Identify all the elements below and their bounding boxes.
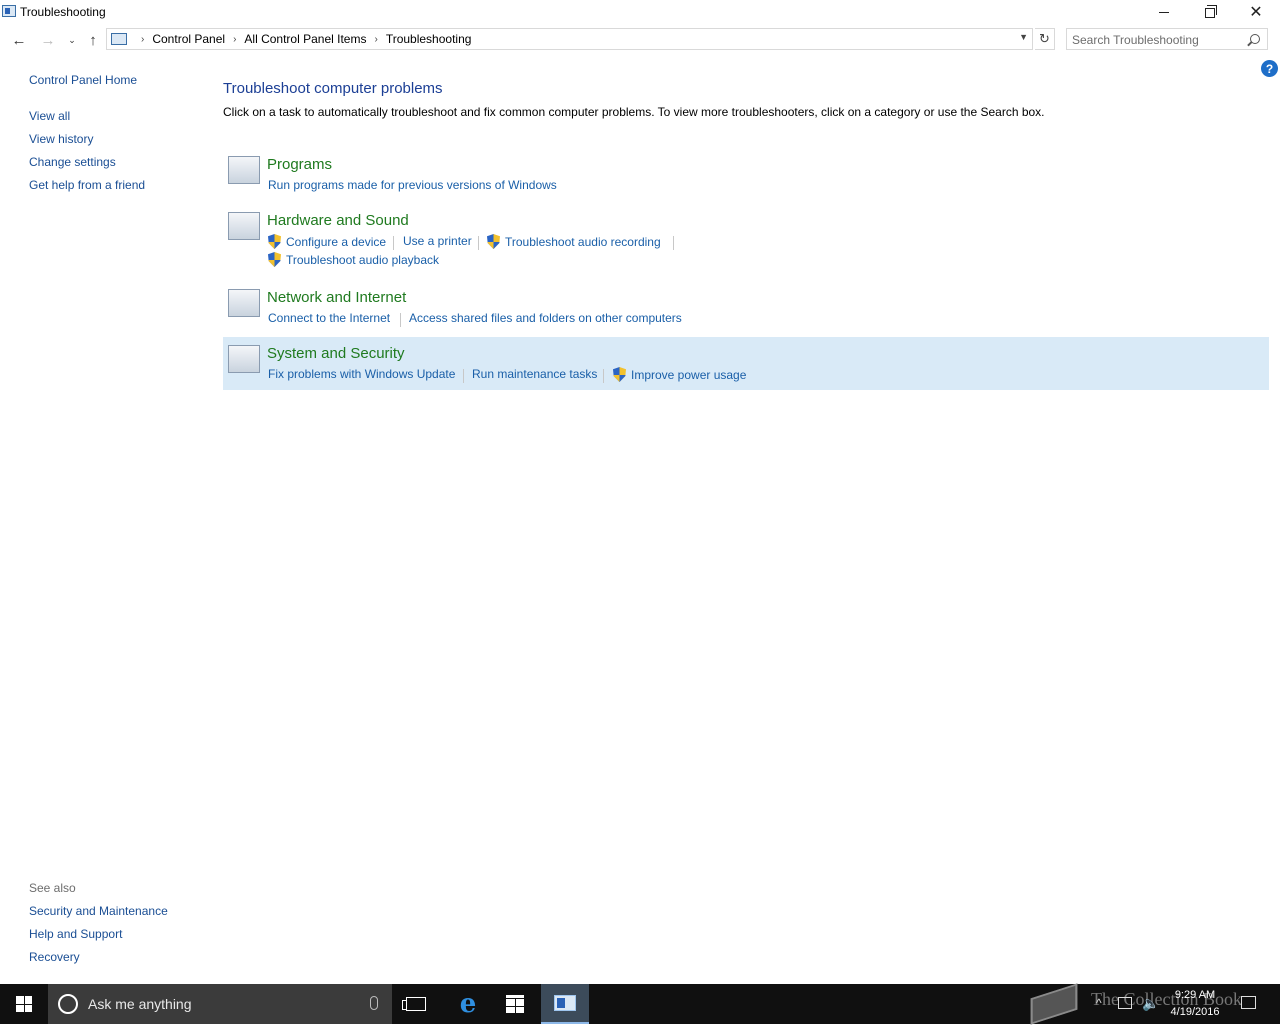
help-support-link[interactable]: Help and Support bbox=[29, 927, 122, 941]
category-title-network-internet[interactable]: Network and Internet bbox=[267, 289, 406, 306]
network-icon[interactable] bbox=[228, 289, 260, 317]
breadcrumb-control-panel[interactable]: Control Panel bbox=[152, 32, 225, 46]
category-programs: Programs Run programs made for previous … bbox=[223, 152, 1269, 196]
control-panel-taskbar-button[interactable] bbox=[541, 984, 589, 1024]
page-description: Click on a task to automatically trouble… bbox=[223, 105, 1045, 119]
task-connect-internet[interactable]: Connect to the Internet bbox=[268, 311, 390, 325]
task-configure-device[interactable]: Configure a device bbox=[268, 234, 386, 249]
category-title-system-security[interactable]: System and Security bbox=[267, 345, 405, 362]
shield-icon bbox=[613, 367, 626, 382]
volume-icon[interactable]: 🔈 bbox=[1142, 995, 1159, 1012]
help-button[interactable]: ? bbox=[1261, 60, 1278, 77]
task-label: Improve power usage bbox=[631, 367, 747, 382]
sidebar-item-view-all[interactable]: View all bbox=[29, 109, 70, 123]
network-status-icon[interactable] bbox=[1118, 997, 1132, 1009]
shield-icon bbox=[268, 234, 281, 249]
task-divider bbox=[673, 236, 674, 250]
cortana-icon bbox=[58, 994, 78, 1014]
troubleshooting-window: Troubleshooting ✕ ← → ⌄ ↑ › Control Pane… bbox=[0, 0, 1280, 984]
task-divider bbox=[478, 236, 479, 250]
navigation-bar: ← → ⌄ ↑ › Control Panel › All Control Pa… bbox=[0, 27, 1280, 53]
sidebar-item-get-help[interactable]: Get help from a friend bbox=[29, 178, 145, 192]
refresh-button[interactable]: ↻ bbox=[1035, 28, 1055, 50]
show-hidden-icons-icon[interactable]: ^ bbox=[1096, 996, 1102, 1010]
clock-date[interactable]: 4/19/2016 bbox=[1166, 1006, 1224, 1018]
category-hardware-sound: Hardware and Sound Configure a device Us… bbox=[223, 208, 1269, 274]
edge-button[interactable]: e bbox=[444, 984, 492, 1024]
control-panel-icon bbox=[111, 33, 127, 45]
forward-button[interactable]: → bbox=[37, 29, 59, 51]
chevron-right-icon[interactable]: › bbox=[374, 34, 377, 45]
minimize-icon bbox=[1159, 11, 1169, 13]
task-run-old-programs[interactable]: Run programs made for previous versions … bbox=[268, 178, 557, 192]
category-system-security: System and Security Fix problems with Wi… bbox=[223, 337, 1269, 390]
task-label: Configure a device bbox=[286, 234, 387, 249]
address-bar[interactable]: › Control Panel › All Control Panel Item… bbox=[106, 28, 1033, 50]
task-divider bbox=[400, 313, 401, 327]
page-title: Troubleshoot computer problems bbox=[223, 80, 443, 97]
sidebar-item-view-history[interactable]: View history bbox=[29, 132, 93, 146]
category-network-internet: Network and Internet Connect to the Inte… bbox=[223, 285, 1269, 331]
task-divider bbox=[393, 236, 394, 250]
see-also-heading: See also bbox=[29, 881, 76, 895]
control-panel-home-link[interactable]: Control Panel Home bbox=[29, 73, 137, 87]
breadcrumb-troubleshooting[interactable]: Troubleshooting bbox=[386, 32, 472, 46]
search-icon[interactable] bbox=[1250, 34, 1260, 44]
task-power-usage[interactable]: Improve power usage bbox=[613, 367, 746, 382]
category-title-programs[interactable]: Programs bbox=[267, 156, 332, 173]
control-panel-icon bbox=[2, 5, 16, 17]
window-title: Troubleshooting bbox=[20, 5, 106, 19]
search-input[interactable]: Search Troubleshooting bbox=[1066, 28, 1268, 50]
close-button[interactable]: ✕ bbox=[1233, 0, 1279, 24]
task-label: Troubleshoot audio recording bbox=[505, 234, 661, 249]
category-title-hardware-sound[interactable]: Hardware and Sound bbox=[267, 212, 409, 229]
book-icon bbox=[1030, 983, 1078, 1025]
task-audio-playback[interactable]: Troubleshoot audio playback bbox=[268, 252, 439, 267]
system-icon[interactable] bbox=[228, 345, 260, 373]
clock-time[interactable]: 9:29 AM bbox=[1170, 989, 1220, 1001]
start-button[interactable] bbox=[0, 984, 48, 1024]
shield-icon bbox=[487, 234, 500, 249]
shield-icon bbox=[268, 252, 281, 267]
task-use-printer[interactable]: Use a printer bbox=[403, 234, 472, 248]
security-maintenance-link[interactable]: Security and Maintenance bbox=[29, 904, 168, 918]
microphone-icon[interactable] bbox=[370, 996, 378, 1010]
task-view-button[interactable] bbox=[392, 984, 440, 1024]
restore-icon bbox=[1205, 5, 1217, 18]
hardware-icon[interactable] bbox=[228, 212, 260, 240]
back-button[interactable]: ← bbox=[8, 29, 30, 51]
up-button[interactable]: ↑ bbox=[82, 29, 104, 51]
task-label: Troubleshoot audio playback bbox=[286, 252, 439, 267]
restore-button[interactable] bbox=[1187, 0, 1233, 24]
store-icon bbox=[506, 995, 524, 1013]
breadcrumb: › Control Panel › All Control Panel Item… bbox=[133, 32, 471, 46]
cortana-placeholder: Ask me anything bbox=[88, 996, 192, 1012]
sidebar-item-change-settings[interactable]: Change settings bbox=[29, 155, 116, 169]
task-divider bbox=[603, 369, 604, 383]
store-button[interactable] bbox=[491, 984, 539, 1024]
recent-locations-button[interactable]: ⌄ bbox=[61, 29, 83, 51]
control-panel-icon bbox=[554, 995, 576, 1011]
task-windows-update[interactable]: Fix problems with Windows Update bbox=[268, 367, 455, 381]
programs-icon[interactable] bbox=[228, 156, 260, 184]
breadcrumb-all-items[interactable]: All Control Panel Items bbox=[244, 32, 366, 46]
chevron-right-icon[interactable]: › bbox=[233, 34, 236, 45]
task-view-icon bbox=[402, 997, 426, 1011]
task-maintenance[interactable]: Run maintenance tasks bbox=[472, 367, 597, 381]
edge-icon: e bbox=[459, 989, 477, 1019]
task-audio-recording[interactable]: Troubleshoot audio recording bbox=[487, 234, 661, 249]
search-placeholder: Search Troubleshooting bbox=[1072, 33, 1199, 47]
minimize-button[interactable] bbox=[1141, 0, 1187, 24]
chevron-right-icon[interactable]: › bbox=[141, 34, 144, 45]
action-center-icon[interactable] bbox=[1241, 996, 1256, 1009]
cortana-search[interactable]: Ask me anything bbox=[48, 984, 392, 1024]
chevron-down-icon[interactable]: ▼ bbox=[1019, 32, 1028, 42]
task-divider bbox=[463, 369, 464, 383]
recovery-link[interactable]: Recovery bbox=[29, 950, 80, 964]
title-bar[interactable]: Troubleshooting ✕ bbox=[0, 0, 1280, 24]
task-shared-files[interactable]: Access shared files and folders on other… bbox=[409, 311, 682, 325]
taskbar: Ask me anything e The Collection Book ^ … bbox=[0, 983, 1280, 1025]
windows-logo-icon bbox=[16, 996, 32, 1012]
